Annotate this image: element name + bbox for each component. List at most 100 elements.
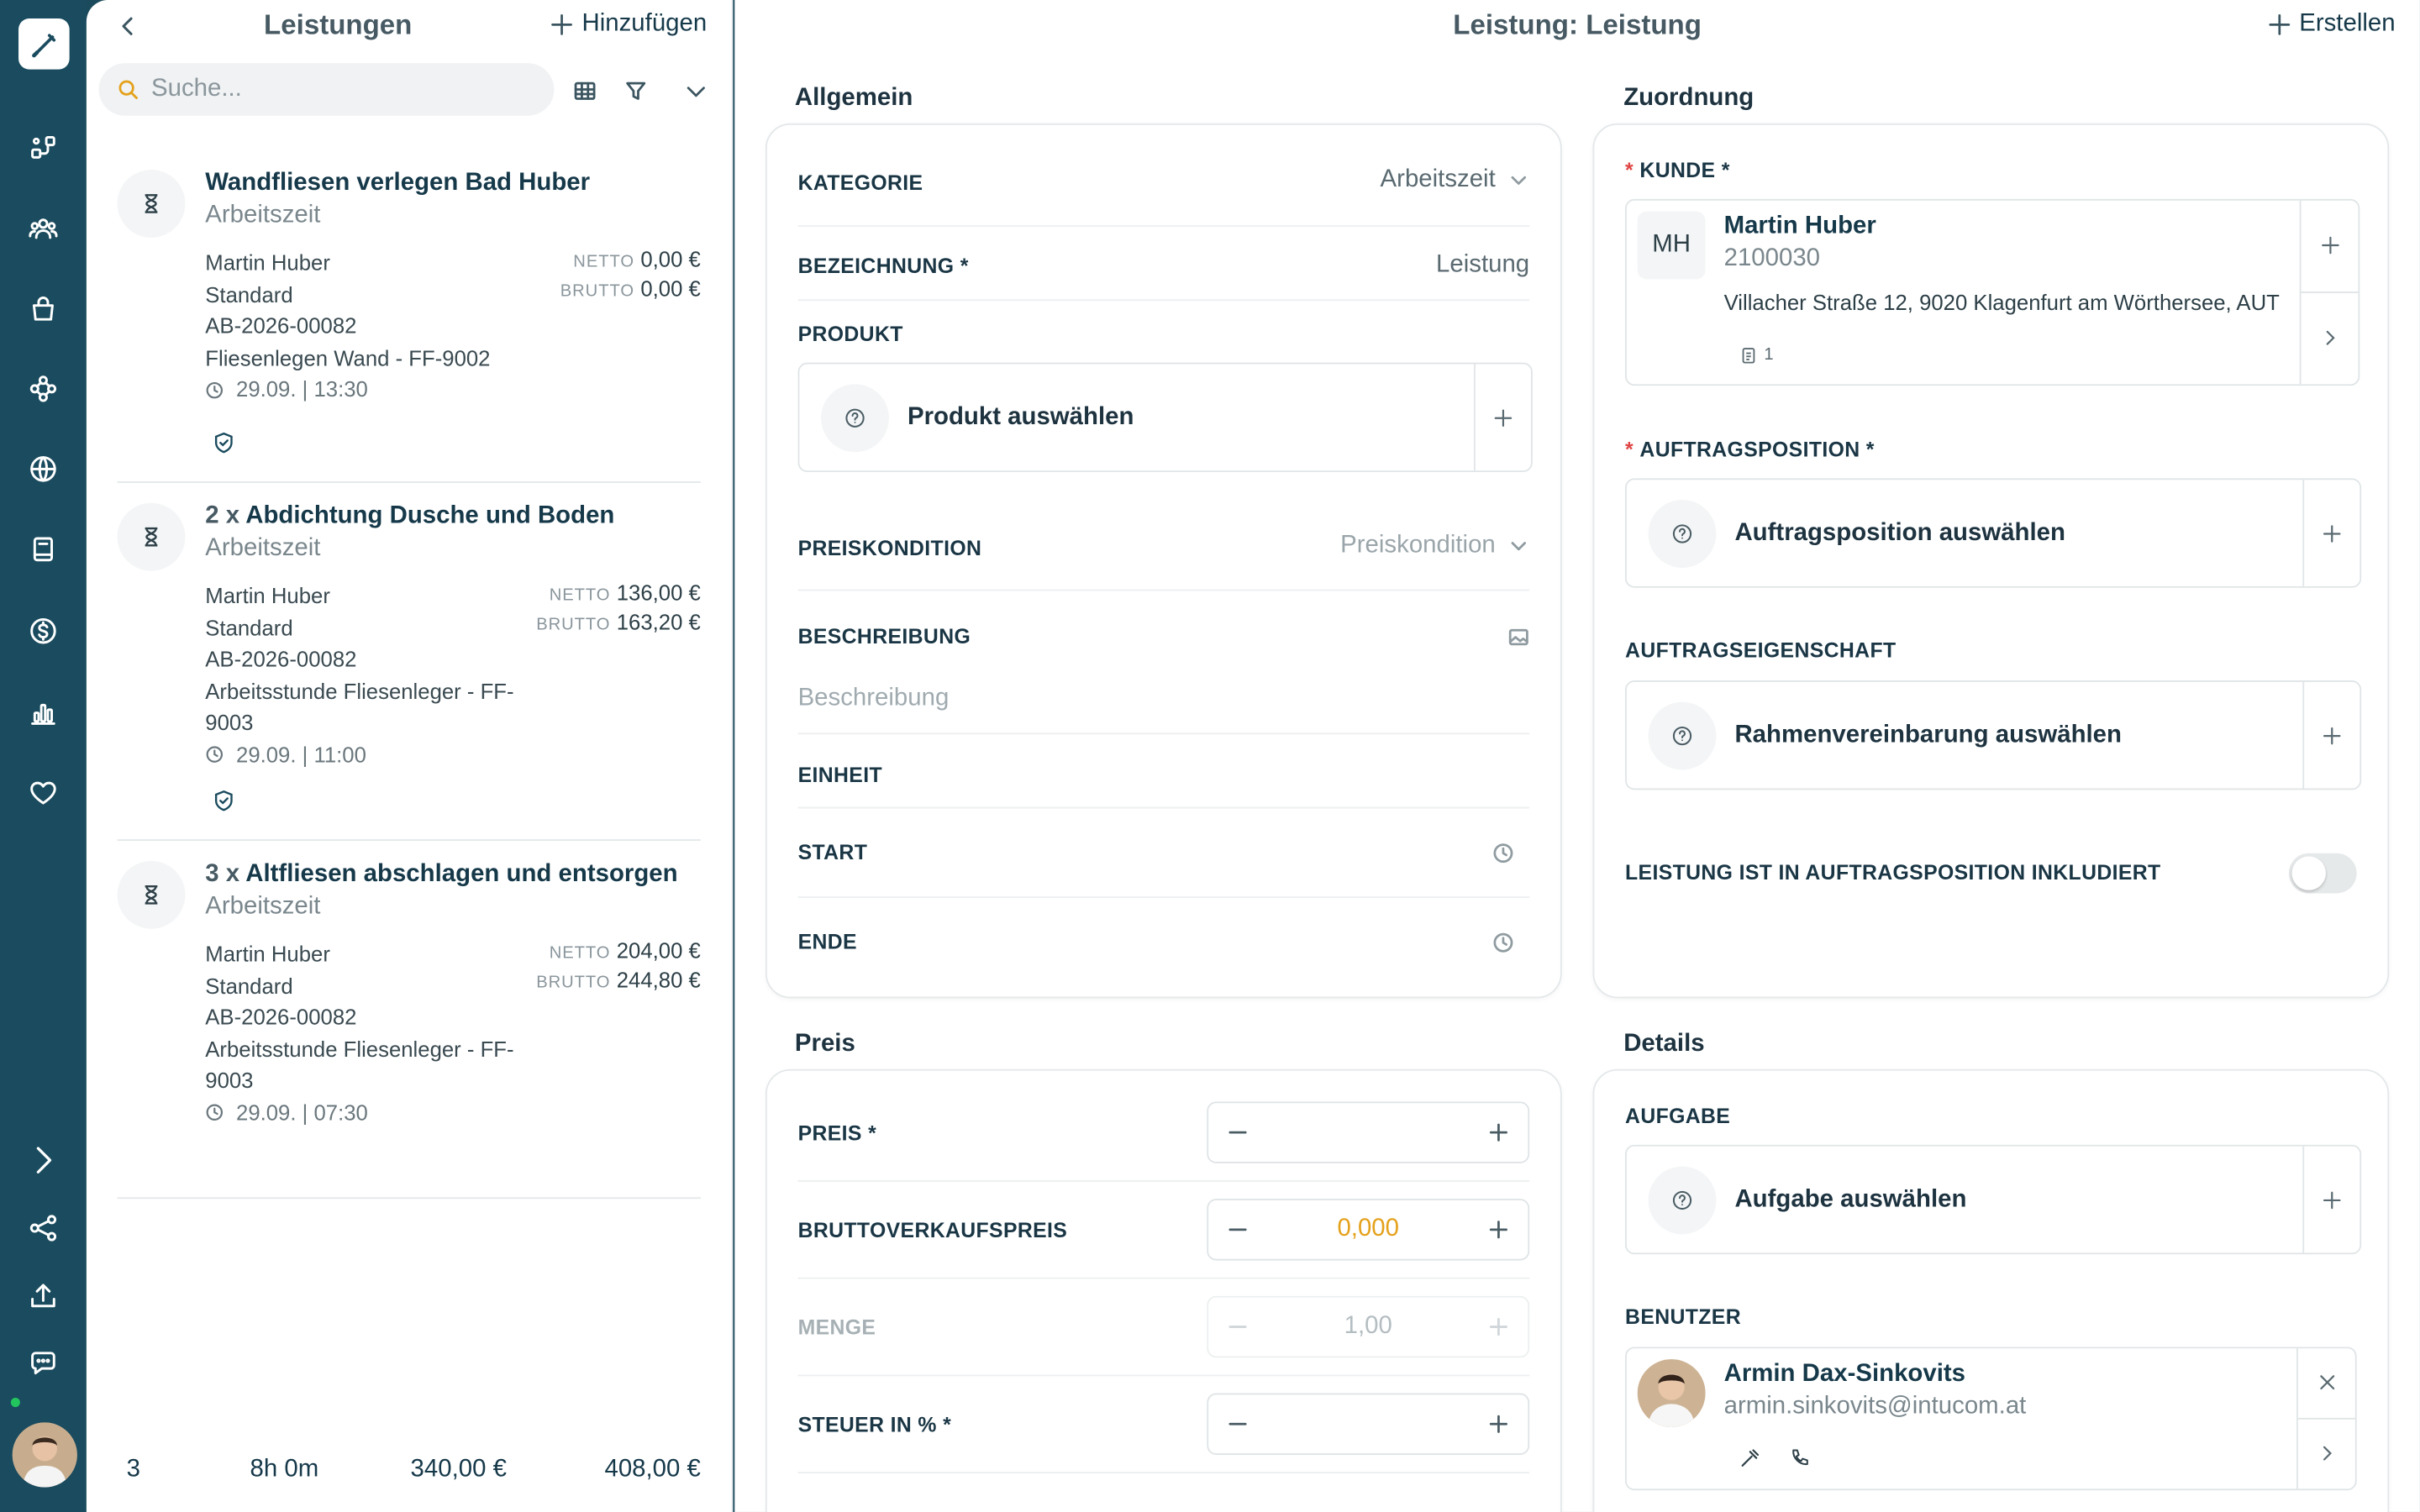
add-auftragsposition-button[interactable] [2302,480,2360,586]
item-position: Arbeitsstunde Fliesenleger - FF-9003 [205,1036,514,1094]
book-icon[interactable] [18,524,68,574]
inkludiert-label: LEISTUNG IST IN AUFTRAGSPOSITION INKLUDI… [1625,860,2161,885]
start-row[interactable]: START [797,808,1530,898]
total-count: 3 [126,1456,140,1483]
menge-row: MENGE 1,00 [797,1279,1530,1377]
auftragsposition-label: * AUFTRAGSPOSITION * [1625,438,1875,462]
user-avatar [1637,1359,1706,1427]
plus-icon[interactable] [1488,1121,1510,1143]
kunde-label: * KUNDE * [1625,159,1730,182]
steuer-row: STEUER IN % * [797,1376,1530,1474]
einheit-row[interactable]: EINHEIT [797,734,1530,809]
item-customer: Martin Huber [205,941,330,966]
plus-icon [1489,1318,1507,1336]
add-button-label: Hinzufügen [581,10,708,38]
item-order: AB-2026-00082 [205,646,357,672]
question-icon [1648,499,1717,567]
minus-icon[interactable] [1227,1121,1249,1143]
question-icon [1648,1165,1717,1234]
kunde-documents[interactable]: 1 [1739,345,1774,364]
share-icon[interactable] [18,1204,68,1253]
benutzer-card[interactable]: Armin Dax-Sinkovits armin.sinkovits@intu… [1625,1347,2357,1491]
bezeichnung-input[interactable]: Leistung [1436,251,1529,279]
inkludiert-toggle[interactable] [2288,853,2357,894]
aufgabe-select[interactable]: Aufgabe auswählen [1625,1144,2362,1255]
remove-user-button[interactable] [2297,1348,2355,1419]
globe-icon[interactable] [18,444,68,494]
ende-row[interactable]: ENDE [798,898,1530,984]
tools-icon[interactable] [1739,1447,1761,1469]
item-prices: NETTO 204,00 € BRUTTO 244,80 € [536,938,701,997]
list-item[interactable]: 3 x Altfliesen abschlagen und entsorgen … [117,860,701,1200]
filter-button[interactable] [619,74,653,108]
plus-icon [551,13,573,35]
preis-stepper[interactable] [1207,1101,1530,1163]
kunde-doc-count: 1 [1764,345,1774,365]
add-produkt-button[interactable] [1474,364,1531,471]
aufgabe-label: AUFGABE [1625,1105,1731,1128]
add-button[interactable]: Hinzufügen [551,11,707,39]
avatar[interactable] [12,1422,77,1488]
pen-icon[interactable] [18,18,70,70]
bezeichnung-row[interactable]: BEZEICHNUNG * Leistung [797,227,1530,302]
steuer-stepper[interactable] [1207,1393,1530,1456]
create-button[interactable]: Erstellen [2268,11,2396,39]
leistung-detail: Leistung: Leistung Erstellen Allgemein K… [734,0,2420,1512]
search-box[interactable] [98,63,555,116]
bruttoverkaufspreis-stepper[interactable]: 0,000 [1207,1199,1530,1261]
plus-icon [2323,524,2341,542]
minus-icon[interactable] [1227,1219,1249,1241]
leistungen-list-panel: Leistungen Hinzufügen Wandfliesen verleg… [86,0,734,1512]
chart-icon[interactable] [18,688,68,738]
preiskondition-select[interactable]: Preiskondition [1340,533,1529,560]
auftragsposition-label-text: AUFTRAGSPOSITION * [1639,438,1875,462]
navigation-rail [0,0,87,1512]
chat-icon[interactable] [18,1339,68,1389]
add-rahmenvereinbarung-button[interactable] [2302,681,2360,789]
network-icon[interactable] [18,364,68,413]
open-user-button[interactable] [2298,1419,2355,1489]
minus-icon[interactable] [1227,1413,1249,1435]
phone-icon[interactable] [1789,1447,1811,1469]
bag-icon[interactable] [18,284,68,333]
users-icon[interactable] [18,203,68,253]
image-icon[interactable] [1507,627,1529,648]
sort-dropdown-button[interactable] [679,74,713,108]
workflow-icon[interactable] [18,123,68,173]
kategorie-row[interactable]: KATEGORIE Arbeitszeit [797,153,1530,227]
dollar-icon[interactable] [18,606,68,656]
search-input[interactable] [150,75,522,104]
plus-icon[interactable] [1488,1413,1510,1435]
clock-icon [206,746,224,764]
kunde-card[interactable]: MH Martin Huber 2100030 Villacher Straße… [1625,198,2360,386]
bruttoverkaufspreis-value[interactable]: 0,000 [1249,1215,1488,1243]
auftragsposition-select[interactable]: Auftragsposition auswählen [1625,478,2362,588]
open-kunde-button[interactable] [2302,292,2359,384]
upload-icon[interactable] [18,1271,68,1320]
clock-icon[interactable] [1492,932,1514,953]
beschreibung-row[interactable]: BESCHREIBUNG Beschreibung [797,591,1530,735]
item-price-group: Standard [205,281,293,307]
kategorie-select[interactable]: Arbeitszeit [1381,166,1530,194]
plus-icon[interactable] [1488,1219,1510,1241]
item-customer: Martin Huber [205,249,330,275]
item-prices: NETTO 0,00 € BRUTTO 0,00 € [560,247,701,306]
add-kunde-button[interactable] [2301,201,2359,293]
zuordnung-heading: Zuordnung [1623,85,1754,112]
beschreibung-input[interactable]: Beschreibung [798,685,950,712]
rahmenvereinbarung-select[interactable]: Rahmenvereinbarung auswählen [1625,680,2362,790]
produkt-label: PRODUKT [797,322,903,346]
produkt-select[interactable]: Produkt auswählen [797,362,1533,473]
heart-icon[interactable] [18,769,68,818]
table-view-button[interactable] [568,74,602,108]
clock-icon[interactable] [1492,843,1514,864]
list-item[interactable]: Wandfliesen verlegen Bad Huber Arbeitsze… [117,170,701,483]
kategorie-label: KATEGORIE [797,171,923,195]
item-position: Fliesenlegen Wand - FF-9002 [205,345,491,370]
preiskondition-row[interactable]: PREISKONDITION Preiskondition [797,514,1530,591]
bruttoverkaufspreis-label: BRUTTOVERKAUFSPREIS [797,1218,1068,1242]
list-item[interactable]: 2 x Abdichtung Dusche und Boden Arbeitsz… [117,502,701,842]
add-aufgabe-button[interactable] [2302,1146,2360,1253]
netto-value: 0,00 € [640,246,701,272]
expand-icon[interactable] [18,1136,68,1185]
